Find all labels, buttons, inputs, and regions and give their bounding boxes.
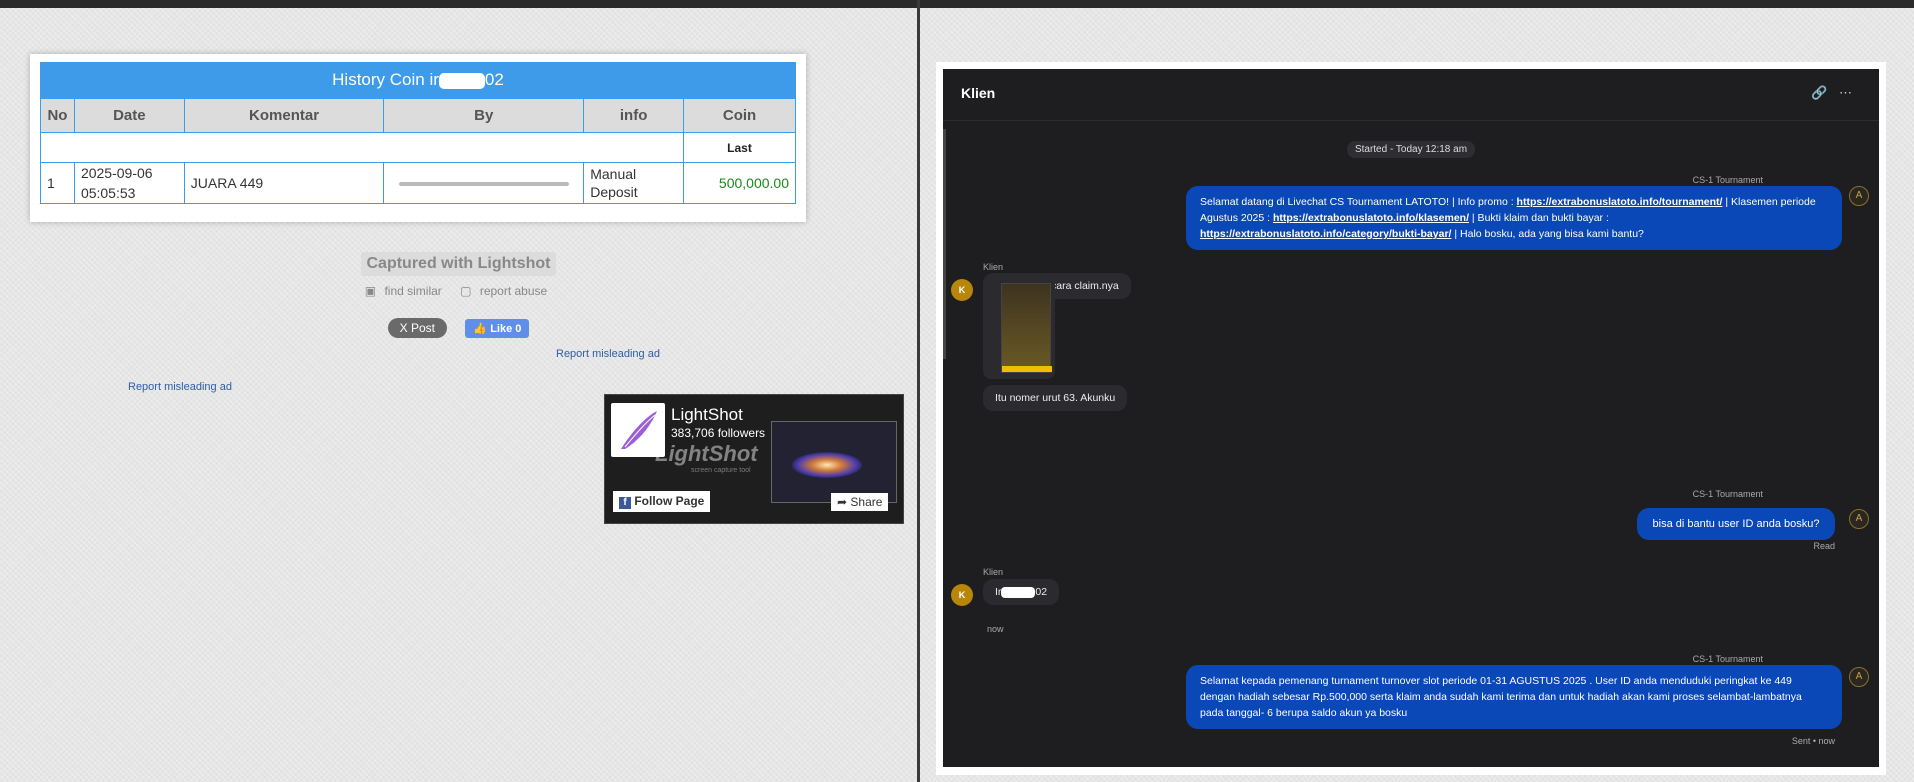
agent-avatar: A — [1849, 186, 1869, 206]
lightshot-links: ▣ find similar ▢ report abuse — [0, 284, 917, 298]
table-header-row: No Date Komentar By info Coin — [40, 98, 796, 133]
lightshot-watermark: LightShot — [655, 441, 758, 466]
col-info: info — [583, 98, 685, 133]
sent-status: Sent • now — [1791, 736, 1835, 746]
agent-avatar: A — [1849, 667, 1869, 687]
cell-info: Manual Deposit — [583, 162, 685, 204]
message-bubble: Selamat datang di Livechat CS Tournament… — [1186, 186, 1842, 250]
col-komentar: Komentar — [183, 98, 385, 133]
message-bubble: Itu nomer urut 63. Akunku — [983, 385, 1128, 411]
cell-coin: 500,000.00 — [683, 162, 796, 204]
bukti-bayar-link[interactable]: https://extrabonuslatoto.info/category/b… — [1200, 228, 1451, 240]
message-bubble: bisa di bantu user ID anda bosku? — [1637, 508, 1835, 540]
watermark-sub: screen capture tool — [691, 467, 751, 474]
cell-komentar: JUARA 449 — [183, 162, 385, 204]
client-avatar: K — [951, 584, 973, 606]
col-no: No — [40, 98, 75, 133]
scrollbar[interactable] — [943, 129, 946, 359]
table-row: 1 2025-09-06 05:05:53 JUARA 449 Manual Dep… — [40, 162, 796, 204]
message-time: now — [987, 624, 1004, 634]
col-date: Date — [73, 98, 185, 133]
message-bubble: Ir 02 — [983, 579, 1060, 605]
agent-avatar: A — [1849, 509, 1869, 529]
fb-followers: 383,706 followers — [671, 426, 766, 440]
message-bubble: Selamat kepada pemenang turnament turnov… — [1186, 665, 1842, 729]
last-label: Last — [683, 132, 796, 163]
fb-like-button[interactable]: 👍 Like 0 — [465, 319, 530, 338]
report-ad-link[interactable]: Report misleading ad — [556, 348, 660, 360]
more-icon[interactable]: ⋯ — [1839, 85, 1852, 101]
image-thumbnail — [1001, 283, 1052, 373]
cell-by — [383, 162, 585, 204]
follow-page-button[interactable]: f Follow Page — [613, 491, 711, 512]
link-icon[interactable]: 🔗 — [1811, 85, 1827, 101]
browser-top-bar — [0, 0, 1914, 8]
image-attachment[interactable] — [983, 277, 1055, 379]
klasemen-link[interactable]: https://extrabonuslatoto.info/klasemen/ — [1273, 212, 1469, 224]
x-post-button[interactable]: X Post — [387, 318, 447, 338]
social-buttons: X Post 👍 Like 0 — [0, 318, 917, 338]
sender-label: CS-1 Tournament — [1692, 654, 1763, 664]
history-table: No Date Komentar By info Coin Last 1 202… — [39, 98, 796, 204]
col-by: By — [383, 98, 585, 133]
cover-image — [771, 421, 897, 503]
sender-label: CS-1 Tournament — [1692, 175, 1763, 185]
report-abuse-link[interactable]: ▢ report abuse — [460, 284, 552, 298]
fb-page-name[interactable]: LightShot — [671, 405, 743, 425]
cell-no: 1 — [40, 162, 75, 204]
screenshot-image: History Coin ir 02 No Date Komentar By in… — [30, 54, 806, 222]
col-coin: Coin — [683, 98, 796, 133]
redacted-text — [438, 72, 485, 89]
redacted-text — [1001, 586, 1036, 598]
subheader-row: Last — [39, 132, 796, 163]
sender-label: Klien — [983, 567, 1004, 577]
facebook-page-widget: LightShot 383,706 followers LightShot sc… — [604, 394, 904, 524]
facebook-icon: f — [619, 497, 631, 509]
lightshot-panel: History Coin ir 02 No Date Komentar By in… — [0, 8, 917, 782]
share-button[interactable]: ➦ Share — [831, 493, 889, 511]
chat-body: Klien 🔗 ⋯ Started - Today 12:18 am CS-1 … — [943, 69, 1879, 767]
find-similar-link[interactable]: ▣ find similar — [365, 284, 447, 298]
captured-with-lightshot: Captured with Lightshot — [0, 252, 917, 276]
chat-started-label: Started - Today 12:18 am — [943, 139, 1879, 158]
client-avatar: K — [951, 279, 973, 301]
report-ad-link-2[interactable]: Report misleading ad — [128, 381, 232, 393]
promo-link[interactable]: https://extrabonuslatoto.info/tournament… — [1517, 196, 1723, 208]
read-status: Read — [1813, 541, 1835, 551]
sender-label: Klien — [983, 262, 1004, 272]
livechat-window: Klien 🔗 ⋯ Started - Today 12:18 am CS-1 … — [936, 62, 1886, 775]
blurred-text — [398, 182, 569, 187]
chat-title: Klien — [961, 85, 996, 101]
cell-date: 2025-09-06 05:05:53 — [73, 162, 185, 204]
history-title: History Coin ir 02 — [40, 62, 796, 98]
chat-header: Klien 🔗 ⋯ — [943, 69, 1879, 121]
sender-label: CS-1 Tournament — [1692, 489, 1763, 499]
